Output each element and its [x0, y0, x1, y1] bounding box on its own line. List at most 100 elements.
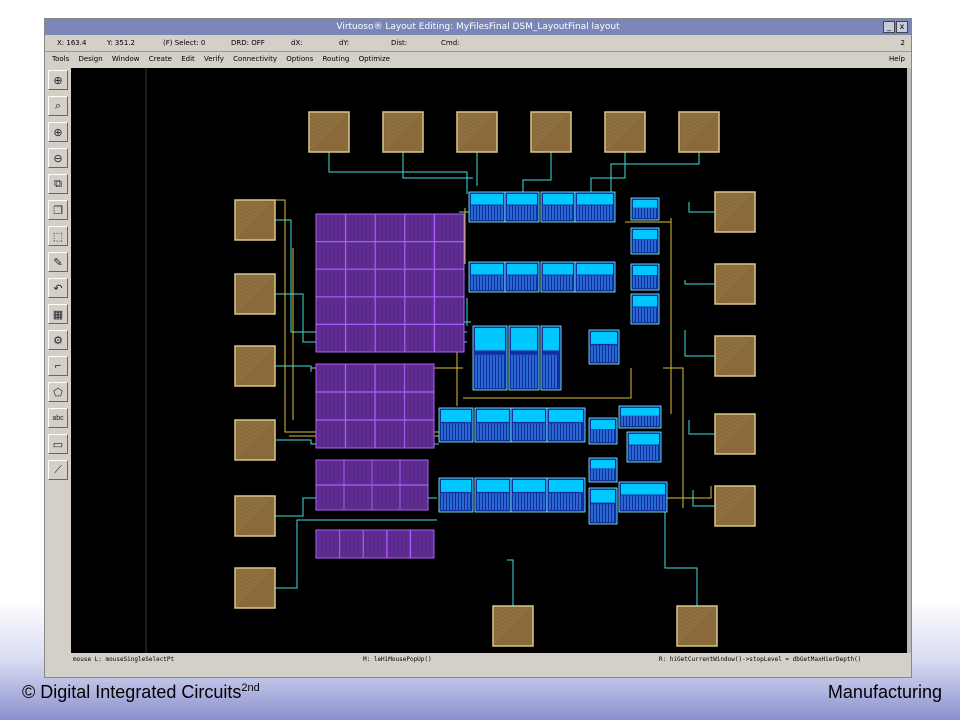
copy-icon[interactable]: ❐ [48, 200, 68, 220]
transistor-diffusion [591, 420, 615, 430]
transistor-diffusion [591, 490, 615, 503]
transistor-cell [468, 191, 506, 223]
transistor-cell [546, 477, 586, 513]
transistor-diffusion [513, 480, 545, 492]
menu-connectivity[interactable]: Connectivity [233, 55, 277, 63]
capacitor-array [315, 213, 465, 353]
vertical-scrollbar[interactable] [907, 68, 911, 653]
mouse-middle-binding: M: leHiMousePopUp() [363, 656, 432, 663]
transistor-diffusion [543, 194, 573, 205]
zoom-out-icon[interactable]: ⊖ [48, 148, 68, 168]
transistor-cell [504, 261, 540, 293]
transistor-diffusion [549, 410, 583, 422]
signal-wire [688, 420, 715, 435]
signal-wire [328, 152, 468, 194]
mouse-left-binding: mouse L: mouseSingleSelectPt [73, 656, 175, 663]
signal-wire [664, 508, 698, 606]
transistor-diffusion [543, 264, 573, 275]
transistor-cell [472, 325, 508, 391]
bond-pad [714, 335, 756, 377]
drd-status: DRD: OFF [231, 39, 265, 47]
power-wire [667, 486, 712, 499]
menu-options[interactable]: Options [286, 55, 313, 63]
transistor-cell [510, 477, 548, 513]
bond-pad [676, 605, 718, 647]
rectangle-icon[interactable]: ▭ [48, 434, 68, 454]
transistor-diffusion [477, 480, 509, 492]
capacitor-array [315, 459, 429, 511]
signal-wire [610, 152, 700, 192]
select-count: (F) Select: 0 [163, 39, 206, 47]
transistor-cell [630, 263, 660, 291]
property-icon[interactable]: ▦ [48, 304, 68, 324]
save-icon[interactable]: ⊕ [48, 70, 68, 90]
signal-wire [684, 280, 715, 285]
zoom-in-icon[interactable]: ⊕ [48, 122, 68, 142]
minimize-button[interactable]: _ [883, 21, 895, 33]
signal-wire [684, 330, 715, 357]
transistor-cell [510, 407, 548, 443]
bond-pad [492, 605, 534, 647]
menu-help[interactable]: Help [889, 52, 905, 66]
polygon-icon[interactable]: ⬠ [48, 382, 68, 402]
cmd-readout: Cmd: [441, 39, 460, 47]
transistor-diffusion [507, 264, 537, 275]
transistor-cell [588, 417, 618, 445]
transistor-diffusion [477, 410, 509, 422]
transistor-diffusion [511, 328, 537, 351]
window-title-bar[interactable]: Virtuoso® Layout Editing: MyFilesFinal D… [45, 19, 911, 35]
signal-wire [507, 559, 514, 606]
bond-pad [234, 345, 276, 387]
ruler-icon[interactable]: ⚙ [48, 330, 68, 350]
transistor-diffusion [549, 480, 583, 492]
transistor-cell [504, 191, 540, 223]
transistor-cell [546, 407, 586, 443]
transistor-cell [540, 325, 562, 391]
transistor-diffusion [441, 480, 471, 492]
bond-pad [234, 419, 276, 461]
stretch-icon[interactable]: ⧉ [48, 174, 68, 194]
menu-optimize[interactable]: Optimize [359, 55, 390, 63]
window-title: Virtuoso® Layout Editing: MyFilesFinal D… [336, 22, 620, 32]
undo-icon[interactable]: ↶ [48, 278, 68, 298]
menu-verify[interactable]: Verify [204, 55, 224, 63]
menu-window[interactable]: Window [112, 55, 140, 63]
menu-edit[interactable]: Edit [181, 55, 195, 63]
dist-readout: Dist: [391, 39, 408, 47]
bond-pad [714, 263, 756, 305]
transistor-cell [474, 477, 512, 513]
bond-pad [714, 413, 756, 455]
menu-create[interactable]: Create [149, 55, 172, 63]
bond-pad [530, 111, 572, 153]
menu-tools[interactable]: Tools [52, 55, 69, 63]
path-icon[interactable]: ⌐ [48, 356, 68, 376]
bond-pad [678, 111, 720, 153]
move-icon[interactable]: ⬚ [48, 226, 68, 246]
transistor-diffusion [633, 266, 657, 276]
transistor-diffusion [475, 328, 505, 351]
dy-readout: dY: [339, 39, 350, 47]
zoom-fit-icon[interactable]: ⌕ [48, 96, 68, 116]
transistor-cell [630, 197, 660, 221]
transistor-diffusion [471, 194, 503, 205]
transistor-cells-layer [438, 191, 668, 525]
label-icon[interactable]: abc [48, 408, 68, 428]
capacitor-array-body [315, 213, 465, 353]
layout-editor-window: Virtuoso® Layout Editing: MyFilesFinal D… [44, 18, 912, 678]
transistor-cell [438, 477, 474, 513]
transistor-diffusion [577, 194, 613, 205]
wire-icon[interactable]: ⟋ [48, 460, 68, 480]
bond-pad [308, 111, 350, 153]
delete-icon[interactable]: ✎ [48, 252, 68, 272]
layout-canvas[interactable] [71, 68, 907, 653]
menu-routing[interactable]: Routing [322, 55, 349, 63]
coordinate-status-bar: X: 163.4 Y: 351.2 (F) Select: 0 DRD: OFF… [45, 35, 911, 52]
transistor-diffusion [621, 408, 659, 416]
menu-design[interactable]: Design [78, 55, 102, 63]
close-button[interactable]: x [896, 21, 908, 33]
transistor-diffusion [471, 264, 503, 275]
transistor-cell [574, 191, 616, 223]
mouse-bindings-bar: mouse L: mouseSingleSelectPt M: leHiMous… [71, 654, 907, 666]
y-coordinate: Y: 351.2 [107, 39, 135, 47]
transistor-cell [630, 227, 660, 255]
